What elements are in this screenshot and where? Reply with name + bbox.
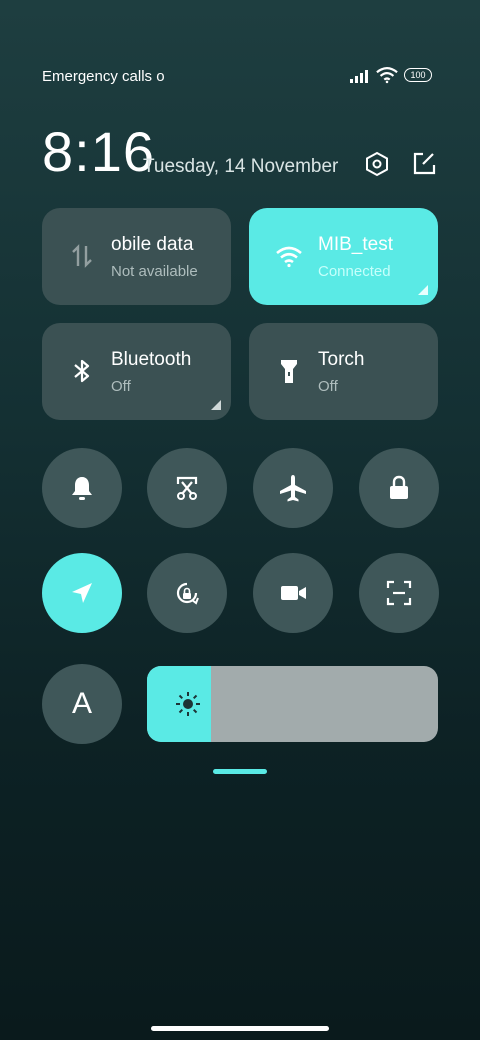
wifi-icon	[276, 246, 302, 268]
lock-icon	[390, 475, 408, 499]
battery-indicator: 100	[404, 68, 432, 82]
screenshot-icon	[176, 476, 198, 500]
airplane-icon	[280, 475, 306, 502]
expand-corner-icon[interactable]	[211, 400, 221, 410]
page-indicator	[213, 769, 267, 774]
tile-subtitle: Connected	[318, 263, 391, 280]
tile-title: Bluetooth	[111, 349, 192, 370]
toggle-screenshot[interactable]	[147, 448, 227, 528]
toggle-lock-screen[interactable]	[359, 448, 439, 528]
auto-brightness-icon: A	[71, 687, 92, 720]
location-icon	[72, 583, 92, 603]
toggle-auto-brightness[interactable]: A	[42, 664, 122, 744]
video-camera-icon	[281, 586, 306, 600]
toggle-rotation-lock[interactable]	[147, 553, 227, 633]
clock-date: Tuesday, 14 November	[143, 156, 339, 177]
tile-wifi[interactable]: MIB_test Connected	[249, 208, 438, 305]
sun-icon	[176, 692, 200, 716]
scanner-icon	[386, 580, 412, 606]
toggle-airplane[interactable]	[253, 448, 333, 528]
bluetooth-icon	[74, 359, 90, 383]
tile-mobile-data[interactable]: obile data Not available	[42, 208, 231, 305]
signal-icon	[350, 70, 368, 83]
status-bar	[0, 0, 480, 60]
tile-subtitle: Not available	[111, 263, 198, 280]
tile-bluetooth[interactable]: Bluetooth Off	[42, 323, 231, 420]
torch-icon	[281, 360, 297, 383]
tile-subtitle: Off	[111, 378, 131, 395]
tile-torch[interactable]: Torch Off	[249, 323, 438, 420]
tile-subtitle: Off	[318, 378, 338, 395]
edit-icon[interactable]	[411, 151, 437, 177]
rotation-lock-icon	[176, 582, 199, 605]
toggle-scanner[interactable]	[359, 553, 439, 633]
toggle-screen-recorder[interactable]	[253, 553, 333, 633]
tile-title: obile data	[111, 234, 194, 255]
tile-title: Torch	[318, 349, 365, 370]
clock-time: 8:16	[42, 120, 155, 183]
tile-title: MIB_test	[318, 234, 393, 255]
home-indicator[interactable]	[151, 1026, 329, 1031]
toggle-location[interactable]	[42, 553, 122, 633]
expand-corner-icon[interactable]	[418, 285, 428, 295]
carrier-status-text: Emergency calls o	[42, 68, 164, 85]
wifi-status-icon	[376, 67, 398, 84]
bell-icon	[72, 477, 92, 500]
toggle-sound[interactable]	[42, 448, 122, 528]
settings-icon[interactable]	[364, 151, 390, 177]
mobile-data-icon	[72, 244, 92, 268]
brightness-slider[interactable]	[147, 666, 438, 742]
